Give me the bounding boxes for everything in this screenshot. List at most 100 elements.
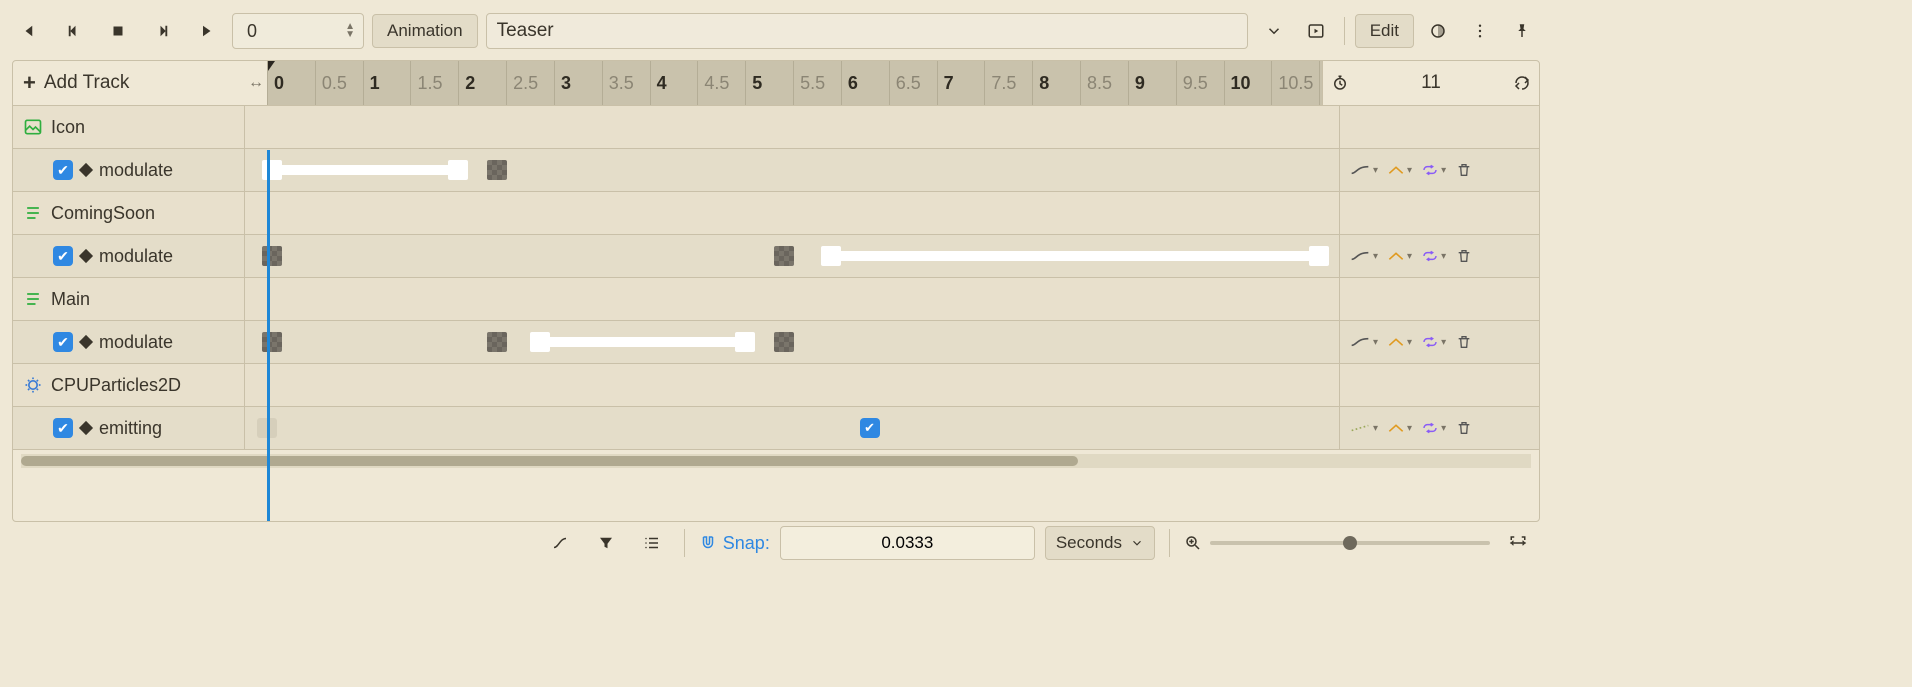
ruler-tick: 10.5 bbox=[1271, 61, 1313, 105]
onion-skin-button[interactable] bbox=[1420, 14, 1456, 48]
ruler-tick: 6.5 bbox=[889, 61, 921, 105]
ruler-tick: 0.5 bbox=[315, 61, 347, 105]
keyframe[interactable] bbox=[262, 332, 282, 352]
zoom-in-icon[interactable] bbox=[1184, 534, 1202, 552]
keyframe[interactable] bbox=[257, 418, 277, 438]
node-name: Main bbox=[51, 289, 90, 310]
loop-wrap-control[interactable]: ▾ bbox=[1418, 161, 1450, 179]
pin-button[interactable] bbox=[1504, 14, 1540, 48]
keyframe[interactable] bbox=[262, 160, 282, 180]
node-type-icon bbox=[23, 289, 43, 309]
node-type-icon bbox=[23, 203, 43, 223]
horizontal-scrollbar[interactable] bbox=[21, 454, 1531, 468]
keyframe[interactable] bbox=[774, 246, 794, 266]
filter-button[interactable] bbox=[588, 526, 624, 560]
track-timeline[interactable] bbox=[267, 149, 1339, 191]
step-back-button[interactable] bbox=[56, 14, 92, 48]
step-forward-button[interactable] bbox=[144, 14, 180, 48]
update-mode-control[interactable]: ▾ bbox=[1346, 420, 1382, 436]
zoom-slider[interactable] bbox=[1184, 534, 1490, 552]
loop-wrap-control[interactable]: ▾ bbox=[1418, 247, 1450, 265]
property-track-row[interactable]: ✔modulate▾▾▾ bbox=[13, 149, 1539, 192]
keyframe[interactable] bbox=[735, 332, 755, 352]
ruler-tick: 7 bbox=[937, 61, 954, 105]
update-mode-control[interactable]: ▾ bbox=[1346, 162, 1382, 178]
node-row[interactable]: Main bbox=[13, 278, 1539, 321]
fit-zoom-button[interactable] bbox=[1500, 526, 1536, 560]
autoplay-button[interactable] bbox=[1298, 14, 1334, 48]
property-track-row[interactable]: ✔modulate▾▾▾ bbox=[13, 235, 1539, 278]
animation-name-field[interactable]: Teaser bbox=[486, 13, 1248, 49]
ruler-tick: 9 bbox=[1128, 61, 1145, 105]
keyframe[interactable] bbox=[1309, 246, 1329, 266]
node-timeline[interactable] bbox=[267, 278, 1339, 320]
keyframe[interactable] bbox=[262, 246, 282, 266]
node-timeline[interactable] bbox=[267, 106, 1339, 148]
animation-menu-button[interactable]: Animation bbox=[372, 14, 478, 48]
node-row[interactable]: CPUParticles2D bbox=[13, 364, 1539, 407]
timeline-header: + Add Track ↔ 00.511.522.533.544.555.566… bbox=[13, 61, 1539, 106]
node-type-icon bbox=[23, 117, 43, 137]
track-enable-checkbox[interactable]: ✔ bbox=[53, 246, 73, 266]
node-type-icon bbox=[23, 375, 43, 395]
loop-button[interactable] bbox=[1513, 74, 1531, 92]
bezier-curve-button[interactable] bbox=[542, 526, 578, 560]
column-resize-handle[interactable]: ↔ bbox=[245, 61, 267, 105]
play-button[interactable] bbox=[188, 14, 224, 48]
track-timeline[interactable] bbox=[267, 235, 1339, 277]
interpolation-control[interactable]: ▾ bbox=[1384, 334, 1416, 350]
track-enable-checkbox[interactable]: ✔ bbox=[53, 418, 73, 438]
delete-track-button[interactable] bbox=[1452, 245, 1476, 267]
scrollbar-thumb[interactable] bbox=[21, 456, 1078, 466]
delete-track-button[interactable] bbox=[1452, 331, 1476, 353]
node-timeline[interactable] bbox=[267, 364, 1339, 406]
edit-menu-button[interactable]: Edit bbox=[1355, 14, 1414, 48]
spinner-arrows-icon[interactable]: ▲▼ bbox=[345, 23, 355, 39]
snap-value-input[interactable] bbox=[780, 526, 1035, 560]
frame-input[interactable] bbox=[245, 20, 309, 43]
time-ruler[interactable]: 00.511.522.533.544.555.566.577.588.599.5… bbox=[267, 61, 1322, 105]
keyframe[interactable] bbox=[774, 332, 794, 352]
snap-toggle[interactable]: Snap: bbox=[699, 533, 770, 554]
delete-track-button[interactable] bbox=[1452, 417, 1476, 439]
property-track-row[interactable]: ✔emitting✔▾▾▾ bbox=[13, 407, 1539, 450]
track-timeline[interactable]: ✔ bbox=[267, 407, 1339, 449]
more-options-button[interactable] bbox=[1462, 14, 1498, 48]
interpolation-control[interactable]: ▾ bbox=[1384, 420, 1416, 436]
node-timeline[interactable] bbox=[267, 192, 1339, 234]
play-backwards-button[interactable] bbox=[12, 14, 48, 48]
ruler-tick: 1 bbox=[363, 61, 380, 105]
track-enable-checkbox[interactable]: ✔ bbox=[53, 332, 73, 352]
add-track-button[interactable]: + Add Track bbox=[13, 61, 245, 105]
stopwatch-icon[interactable] bbox=[1331, 74, 1349, 92]
magnet-icon bbox=[699, 534, 717, 552]
zoom-handle[interactable] bbox=[1343, 536, 1357, 550]
keyframe[interactable] bbox=[487, 160, 507, 180]
keyframe[interactable] bbox=[448, 160, 468, 180]
keyframe[interactable] bbox=[530, 332, 550, 352]
loop-wrap-control[interactable]: ▾ bbox=[1418, 333, 1450, 351]
node-row[interactable]: Icon bbox=[13, 106, 1539, 149]
time-unit-select[interactable]: Seconds bbox=[1045, 526, 1155, 560]
keyframe-icon bbox=[79, 421, 93, 435]
track-enable-checkbox[interactable]: ✔ bbox=[53, 160, 73, 180]
node-row[interactable]: ComingSoon bbox=[13, 192, 1539, 235]
keyframe[interactable] bbox=[487, 332, 507, 352]
delete-track-button[interactable] bbox=[1452, 159, 1476, 181]
track-timeline[interactable] bbox=[267, 321, 1339, 363]
animation-length[interactable]: 11 bbox=[1357, 72, 1505, 94]
stop-button[interactable] bbox=[100, 14, 136, 48]
node-name: Icon bbox=[51, 117, 85, 138]
property-track-row[interactable]: ✔modulate▾▾▾ bbox=[13, 321, 1539, 364]
list-view-button[interactable] bbox=[634, 526, 670, 560]
ruler-tick: 0 bbox=[267, 61, 284, 105]
update-mode-control[interactable]: ▾ bbox=[1346, 248, 1382, 264]
keyframe[interactable]: ✔ bbox=[860, 418, 880, 438]
update-mode-control[interactable]: ▾ bbox=[1346, 334, 1382, 350]
keyframe[interactable] bbox=[821, 246, 841, 266]
loop-wrap-control[interactable]: ▾ bbox=[1418, 419, 1450, 437]
animation-select-dropdown[interactable] bbox=[1256, 14, 1292, 48]
frame-spinner[interactable]: ▲▼ bbox=[232, 13, 364, 49]
interpolation-control[interactable]: ▾ bbox=[1384, 162, 1416, 178]
interpolation-control[interactable]: ▾ bbox=[1384, 248, 1416, 264]
